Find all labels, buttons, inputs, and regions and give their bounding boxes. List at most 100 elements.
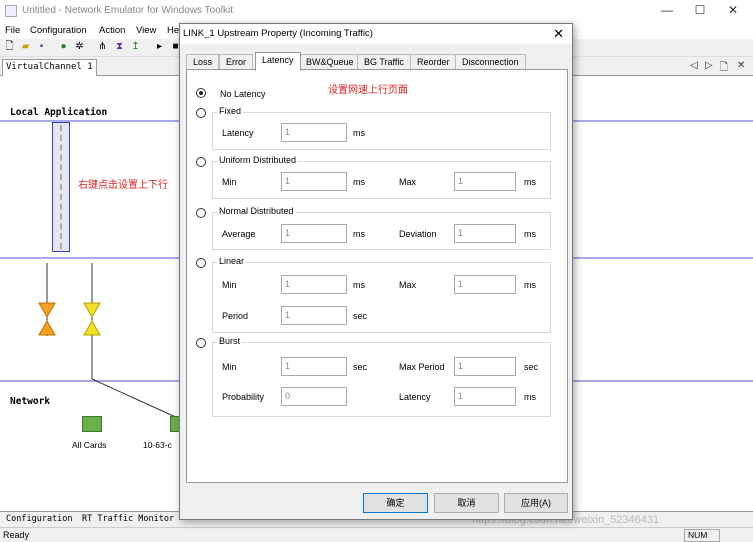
tab-bw-queue[interactable]: BW&Queue — [299, 54, 361, 70]
dialog-close-icon[interactable]: ✕ — [553, 26, 564, 42]
normal-deviation-label: Deviation — [399, 229, 437, 239]
radio-no-latency[interactable] — [196, 88, 206, 98]
fixed-group — [212, 112, 551, 150]
linear-max-label: Max — [399, 280, 417, 290]
radio-uniform[interactable] — [196, 157, 206, 167]
burst-latency-input[interactable]: 1 — [454, 387, 516, 406]
status-ready: Ready — [3, 530, 30, 540]
tab-new-icon[interactable]: 🗋 — [720, 60, 728, 77]
link-line-device — [91, 378, 181, 420]
tab-latency[interactable]: Latency — [255, 52, 301, 71]
app-window: Untitled - Network Emulator for Windows … — [0, 0, 753, 542]
linear-group — [212, 262, 551, 333]
tab-disconnection[interactable]: Disconnection — [455, 54, 526, 70]
tab-next-icon[interactable]: ▷ — [705, 60, 713, 71]
maximize-button[interactable]: ☐ — [685, 3, 715, 17]
uniform-min-input[interactable]: 1 — [281, 172, 347, 191]
menu-help[interactable]: He — [167, 25, 179, 36]
burst-min-unit: sec — [353, 362, 368, 372]
topology-icon[interactable]: ⋔ — [97, 41, 108, 52]
tab-close-icon[interactable]: ✕ — [737, 60, 745, 71]
cancel-button[interactable]: 取消 — [434, 493, 499, 513]
tab-bg-traffic[interactable]: BG Traffic — [357, 54, 411, 70]
window-title: Untitled - Network Emulator for Windows … — [22, 5, 233, 16]
burst-latency-unit: ms — [524, 392, 536, 402]
linear-period-unit: sec — [353, 311, 368, 321]
uniform-max-input[interactable]: 1 — [454, 172, 516, 191]
uniform-max-label: Max — [399, 177, 417, 187]
channel-link-bar[interactable] — [52, 122, 70, 252]
dialog-title: LINK_1 Upstream Property (Incoming Traff… — [183, 28, 373, 39]
uniform-min-label: Min — [222, 177, 237, 187]
minimize-button[interactable]: — — [652, 3, 682, 17]
normal-deviation-input[interactable]: 1 — [454, 224, 516, 243]
burst-max-period-label: Max Period — [399, 362, 445, 372]
radio-burst[interactable] — [196, 338, 206, 348]
menu-file[interactable]: File — [5, 25, 20, 36]
radio-linear[interactable] — [196, 258, 206, 268]
tab-error[interactable]: Error — [219, 54, 253, 70]
burst-probability-input[interactable]: 0 — [281, 387, 347, 406]
tab-reorder[interactable]: Reorder — [410, 54, 457, 70]
tab-prev-icon[interactable]: ◁ — [690, 60, 698, 71]
normal-title: Normal Distributed — [217, 206, 296, 216]
filter-icon[interactable]: ⧗ — [114, 41, 125, 52]
linear-period-label: Period — [222, 311, 249, 321]
device-partial-label: 10-63-c — [143, 440, 172, 450]
tab-loss[interactable]: Loss — [186, 54, 220, 70]
dialog-tabs: Loss Error Latency BW&Queue BG Traffic R… — [186, 52, 566, 71]
link-diagram — [38, 263, 181, 420]
menu-view[interactable]: View — [136, 25, 156, 36]
uniform-title: Uniform Distributed — [217, 155, 299, 165]
fixed-latency-label: Latency — [222, 128, 254, 138]
tab-virtualchannel[interactable]: VirtualChannel 1 — [2, 59, 97, 76]
uniform-max-unit: ms — [524, 177, 536, 187]
globe-icon[interactable]: ● — [58, 41, 69, 52]
ok-button[interactable]: 确定 — [363, 493, 428, 513]
upstream-page-annotation: 设置网速上行页面 — [328, 85, 408, 96]
tab-rt-traffic-monitor[interactable]: RT Traffic Monitor — [82, 514, 174, 524]
link-icon[interactable]: ↥ — [130, 41, 141, 52]
normal-average-unit: ms — [353, 229, 365, 239]
play-icon[interactable]: ▸ — [154, 41, 165, 52]
linear-title: Linear — [217, 256, 247, 266]
title-bar: Untitled - Network Emulator for Windows … — [0, 0, 753, 23]
settings-icon[interactable]: ✲ — [74, 41, 85, 52]
linear-max-input[interactable]: 1 — [454, 275, 516, 294]
menu-configuration[interactable]: Configuration — [30, 25, 87, 36]
burst-min-input[interactable]: 1 — [281, 357, 347, 376]
menu-action[interactable]: Action — [99, 25, 125, 36]
linear-max-unit: ms — [524, 280, 536, 290]
burst-title: Burst — [217, 336, 243, 346]
burst-probability-label: Probability — [222, 392, 265, 402]
save-icon[interactable]: ▪ — [36, 41, 47, 52]
app-icon — [5, 5, 17, 17]
normal-average-label: Average — [222, 229, 256, 239]
fixed-latency-unit: ms — [353, 128, 365, 138]
linear-period-input[interactable]: 1 — [281, 306, 347, 325]
burst-max-period-input[interactable]: 1 — [454, 357, 516, 376]
linear-min-label: Min — [222, 280, 237, 290]
link-property-dialog: LINK_1 Upstream Property (Incoming Traff… — [179, 23, 573, 520]
normal-average-input[interactable]: 1 — [281, 224, 347, 243]
new-icon[interactable]: 🗋 — [4, 41, 15, 52]
linear-min-unit: ms — [353, 280, 365, 290]
normal-deviation-unit: ms — [524, 229, 536, 239]
status-bar: Ready NUM — [0, 527, 753, 542]
local-application-label: Local Application — [10, 107, 108, 118]
latency-panel: 设置网速上行页面 No Latency Fixed Latency 1 ms U… — [186, 69, 568, 483]
burst-max-period-unit: sec — [524, 362, 539, 372]
tab-configuration[interactable]: Configuration — [6, 514, 73, 524]
close-button[interactable]: ✕ — [718, 3, 748, 17]
fixed-latency-input[interactable]: 1 — [281, 123, 347, 142]
network-card-icon[interactable] — [82, 416, 102, 432]
radio-normal[interactable] — [196, 208, 206, 218]
no-latency-label: No Latency — [220, 89, 266, 99]
right-click-annotation: 右键点击设置上下行 — [78, 180, 168, 191]
radio-fixed[interactable] — [196, 108, 206, 118]
open-icon[interactable]: ▰ — [20, 41, 31, 52]
device-all-cards-label: All Cards — [72, 440, 107, 450]
uniform-min-unit: ms — [353, 177, 365, 187]
apply-button[interactable]: 应用(A) — [504, 493, 568, 513]
linear-min-input[interactable]: 1 — [281, 275, 347, 294]
